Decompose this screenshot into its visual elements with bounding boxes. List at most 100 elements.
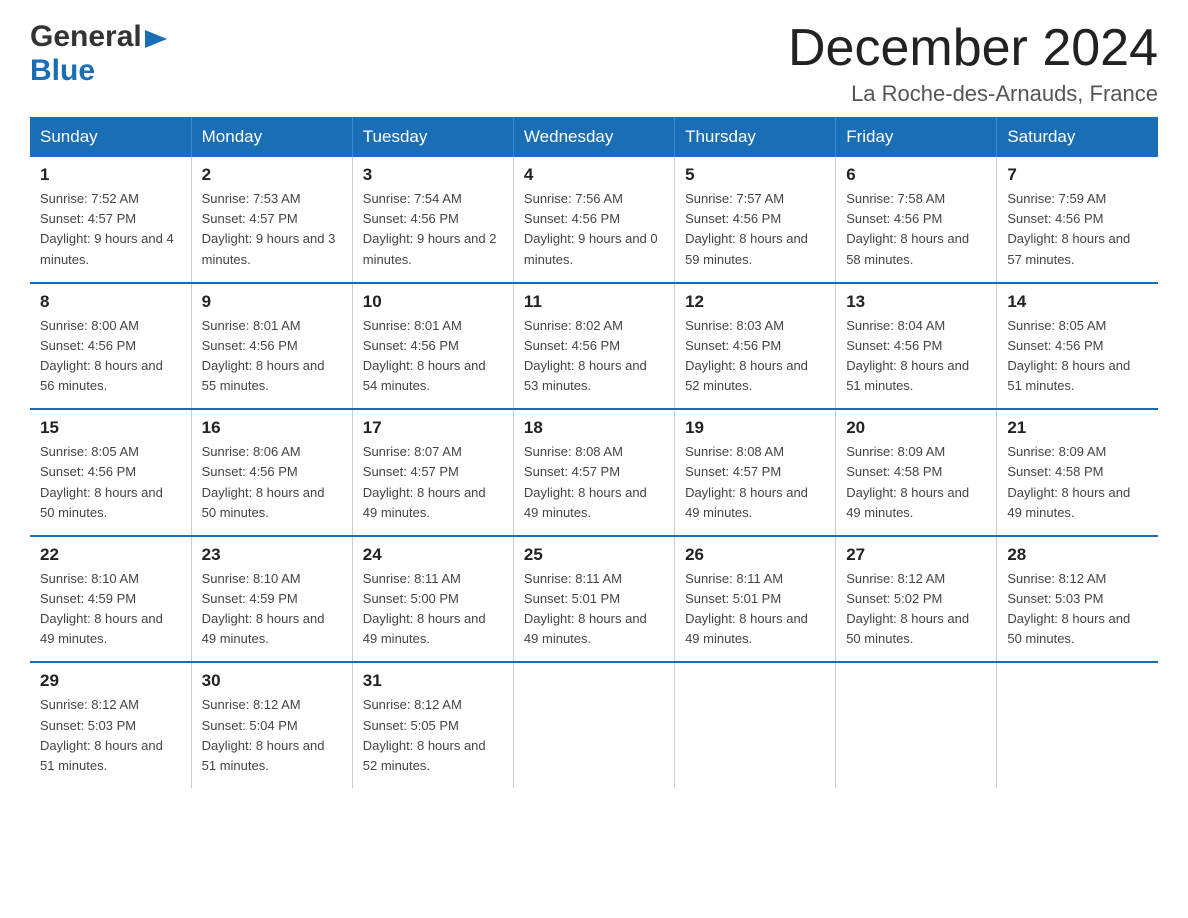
day-number: 4 (524, 165, 664, 185)
calendar-day-28: 28 Sunrise: 8:12 AMSunset: 5:03 PMDayligh… (997, 536, 1158, 663)
day-number: 23 (202, 545, 342, 565)
day-info: Sunrise: 8:12 AMSunset: 5:05 PMDaylight:… (363, 695, 503, 776)
logo-general: General (30, 20, 142, 54)
calendar-day-11: 11 Sunrise: 8:02 AMSunset: 4:56 PMDayligh… (513, 283, 674, 410)
day-info: Sunrise: 7:54 AMSunset: 4:56 PMDaylight:… (363, 189, 503, 270)
column-header-thursday: Thursday (675, 117, 836, 157)
day-info: Sunrise: 8:12 AMSunset: 5:04 PMDaylight:… (202, 695, 342, 776)
day-info: Sunrise: 8:08 AMSunset: 4:57 PMDaylight:… (685, 442, 825, 523)
calendar-day-18: 18 Sunrise: 8:08 AMSunset: 4:57 PMDayligh… (513, 409, 674, 536)
calendar-week-3: 15Sunrise: 8:05 AMSunset: 4:56 PMDayligh… (30, 409, 1158, 536)
day-info: Sunrise: 7:58 AMSunset: 4:56 PMDaylight:… (846, 189, 986, 270)
day-info: Sunrise: 8:11 AMSunset: 5:01 PMDaylight:… (685, 569, 825, 650)
day-info: Sunrise: 8:01 AMSunset: 4:56 PMDaylight:… (363, 316, 503, 397)
empty-cell (675, 662, 836, 788)
calendar-day-26: 26Sunrise: 8:11 AMSunset: 5:01 PMDayligh… (675, 536, 836, 663)
calendar-day-21: 21Sunrise: 8:09 AMSunset: 4:58 PMDayligh… (997, 409, 1158, 536)
calendar-day-24: 24 Sunrise: 8:11 AMSunset: 5:00 PMDayligh… (352, 536, 513, 663)
calendar-day-15: 15Sunrise: 8:05 AMSunset: 4:56 PMDayligh… (30, 409, 191, 536)
logo: General Blue (30, 20, 167, 88)
calendar-day-17: 17 Sunrise: 8:07 AMSunset: 4:57 PMDayligh… (352, 409, 513, 536)
column-header-wednesday: Wednesday (513, 117, 674, 157)
page-header: General Blue December 2024 La Roche-des-… (30, 20, 1158, 107)
calendar-week-1: 1 Sunrise: 7:52 AMSunset: 4:57 PMDaylight… (30, 157, 1158, 283)
day-info: Sunrise: 8:09 AMSunset: 4:58 PMDaylight:… (846, 442, 986, 523)
calendar-day-3: 3 Sunrise: 7:54 AMSunset: 4:56 PMDaylight… (352, 157, 513, 283)
calendar-day-6: 6Sunrise: 7:58 AMSunset: 4:56 PMDaylight… (836, 157, 997, 283)
day-info: Sunrise: 8:11 AMSunset: 5:01 PMDaylight:… (524, 569, 664, 650)
day-number: 29 (40, 671, 181, 691)
calendar-week-5: 29 Sunrise: 8:12 AMSunset: 5:03 PMDayligh… (30, 662, 1158, 788)
day-info: Sunrise: 7:57 AMSunset: 4:56 PMDaylight:… (685, 189, 825, 270)
day-number: 28 (1007, 545, 1148, 565)
column-header-saturday: Saturday (997, 117, 1158, 157)
day-info: Sunrise: 7:52 AMSunset: 4:57 PMDaylight:… (40, 189, 181, 270)
day-number: 14 (1007, 292, 1148, 312)
day-number: 25 (524, 545, 664, 565)
calendar-day-14: 14 Sunrise: 8:05 AMSunset: 4:56 PMDayligh… (997, 283, 1158, 410)
day-info: Sunrise: 8:12 AMSunset: 5:02 PMDaylight:… (846, 569, 986, 650)
calendar-day-16: 16Sunrise: 8:06 AMSunset: 4:56 PMDayligh… (191, 409, 352, 536)
empty-cell (836, 662, 997, 788)
day-info: Sunrise: 7:53 AMSunset: 4:57 PMDaylight:… (202, 189, 342, 270)
day-number: 18 (524, 418, 664, 438)
day-number: 7 (1007, 165, 1148, 185)
day-number: 3 (363, 165, 503, 185)
day-info: Sunrise: 8:10 AMSunset: 4:59 PMDaylight:… (202, 569, 342, 650)
day-info: Sunrise: 8:09 AMSunset: 4:58 PMDaylight:… (1007, 442, 1148, 523)
calendar-day-19: 19 Sunrise: 8:08 AMSunset: 4:57 PMDayligh… (675, 409, 836, 536)
day-number: 2 (202, 165, 342, 185)
calendar-day-25: 25 Sunrise: 8:11 AMSunset: 5:01 PMDayligh… (513, 536, 674, 663)
calendar-day-1: 1 Sunrise: 7:52 AMSunset: 4:57 PMDaylight… (30, 157, 191, 283)
calendar-day-7: 7 Sunrise: 7:59 AMSunset: 4:56 PMDaylight… (997, 157, 1158, 283)
day-number: 24 (363, 545, 503, 565)
calendar-day-29: 29 Sunrise: 8:12 AMSunset: 5:03 PMDayligh… (30, 662, 191, 788)
day-number: 8 (40, 292, 181, 312)
day-number: 19 (685, 418, 825, 438)
day-info: Sunrise: 7:56 AMSunset: 4:56 PMDaylight:… (524, 189, 664, 270)
day-number: 5 (685, 165, 825, 185)
calendar-day-22: 22Sunrise: 8:10 AMSunset: 4:59 PMDayligh… (30, 536, 191, 663)
day-number: 17 (363, 418, 503, 438)
calendar-day-31: 31Sunrise: 8:12 AMSunset: 5:05 PMDayligh… (352, 662, 513, 788)
calendar-day-23: 23 Sunrise: 8:10 AMSunset: 4:59 PMDayligh… (191, 536, 352, 663)
day-number: 10 (363, 292, 503, 312)
column-header-friday: Friday (836, 117, 997, 157)
day-number: 12 (685, 292, 825, 312)
day-number: 13 (846, 292, 986, 312)
day-info: Sunrise: 7:59 AMSunset: 4:56 PMDaylight:… (1007, 189, 1148, 270)
day-number: 16 (202, 418, 342, 438)
day-info: Sunrise: 8:11 AMSunset: 5:00 PMDaylight:… (363, 569, 503, 650)
day-number: 1 (40, 165, 181, 185)
day-info: Sunrise: 8:05 AMSunset: 4:56 PMDaylight:… (1007, 316, 1148, 397)
day-number: 11 (524, 292, 664, 312)
calendar-day-12: 12 Sunrise: 8:03 AMSunset: 4:56 PMDayligh… (675, 283, 836, 410)
column-header-monday: Monday (191, 117, 352, 157)
day-info: Sunrise: 8:00 AMSunset: 4:56 PMDaylight:… (40, 316, 181, 397)
logo-blue: Blue (30, 54, 167, 88)
calendar-day-2: 2 Sunrise: 7:53 AMSunset: 4:57 PMDaylight… (191, 157, 352, 283)
day-info: Sunrise: 8:01 AMSunset: 4:56 PMDaylight:… (202, 316, 342, 397)
day-info: Sunrise: 8:04 AMSunset: 4:56 PMDaylight:… (846, 316, 986, 397)
title-area: December 2024 La Roche-des-Arnauds, Fran… (788, 20, 1158, 107)
day-number: 9 (202, 292, 342, 312)
day-number: 27 (846, 545, 986, 565)
calendar-day-8: 8 Sunrise: 8:00 AMSunset: 4:56 PMDaylight… (30, 283, 191, 410)
day-info: Sunrise: 8:08 AMSunset: 4:57 PMDaylight:… (524, 442, 664, 523)
day-info: Sunrise: 8:02 AMSunset: 4:56 PMDaylight:… (524, 316, 664, 397)
calendar-table: SundayMondayTuesdayWednesdayThursdayFrid… (30, 117, 1158, 788)
day-number: 20 (846, 418, 986, 438)
calendar-header-row: SundayMondayTuesdayWednesdayThursdayFrid… (30, 117, 1158, 157)
month-title: December 2024 (788, 20, 1158, 77)
empty-cell (997, 662, 1158, 788)
calendar-week-4: 22Sunrise: 8:10 AMSunset: 4:59 PMDayligh… (30, 536, 1158, 663)
day-info: Sunrise: 8:07 AMSunset: 4:57 PMDaylight:… (363, 442, 503, 523)
day-info: Sunrise: 8:12 AMSunset: 5:03 PMDaylight:… (40, 695, 181, 776)
calendar-day-27: 27 Sunrise: 8:12 AMSunset: 5:02 PMDayligh… (836, 536, 997, 663)
column-header-tuesday: Tuesday (352, 117, 513, 157)
calendar-day-10: 10 Sunrise: 8:01 AMSunset: 4:56 PMDayligh… (352, 283, 513, 410)
day-info: Sunrise: 8:12 AMSunset: 5:03 PMDaylight:… (1007, 569, 1148, 650)
calendar-day-20: 20 Sunrise: 8:09 AMSunset: 4:58 PMDayligh… (836, 409, 997, 536)
calendar-week-2: 8 Sunrise: 8:00 AMSunset: 4:56 PMDaylight… (30, 283, 1158, 410)
day-info: Sunrise: 8:03 AMSunset: 4:56 PMDaylight:… (685, 316, 825, 397)
